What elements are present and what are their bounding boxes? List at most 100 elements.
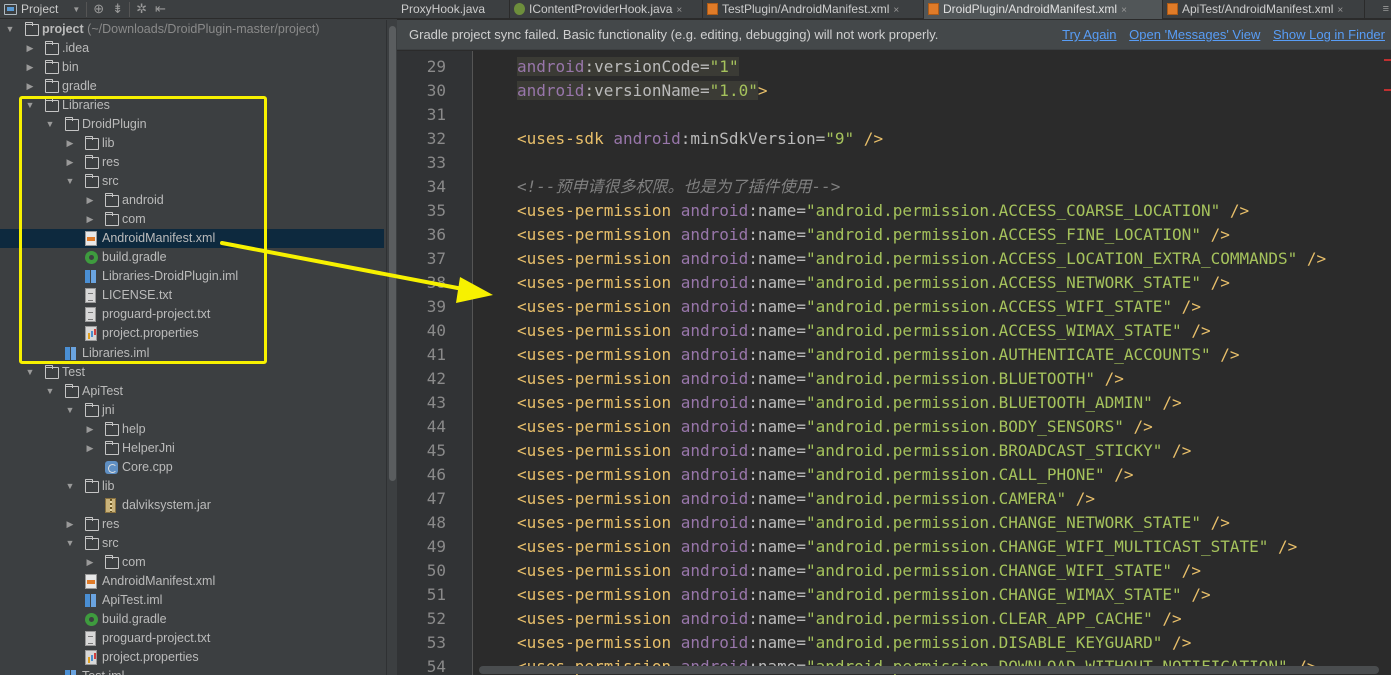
- tree-node[interactable]: AndroidManifest.xml: [0, 572, 384, 591]
- expanded-arrow-icon[interactable]: ▼: [65, 534, 75, 553]
- tree-node[interactable]: ▼ src: [0, 534, 384, 553]
- tree-node[interactable]: ▼ ApiTest: [0, 382, 384, 401]
- show-log-in-finder-link[interactable]: Show Log in Finder: [1273, 27, 1385, 42]
- tree-node[interactable]: ApiTest.iml: [0, 591, 384, 610]
- editor-horizontal-scrollbar[interactable]: [473, 665, 1382, 675]
- tree-node[interactable]: ▶ HelperJni: [0, 439, 384, 458]
- collapsed-arrow-icon[interactable]: ▶: [25, 77, 35, 96]
- tab-overflow-icon[interactable]: ≡: [1383, 0, 1389, 19]
- permission-value: "android.permission.ACCESS_WIMAX_STATE": [806, 321, 1182, 340]
- code-line[interactable]: <uses-permission android:name="android.p…: [517, 199, 1249, 223]
- editor-tab[interactable]: TestPlugin/AndroidManifest.xml ×: [703, 0, 924, 19]
- line-number: 29: [426, 57, 446, 76]
- code-line[interactable]: <uses-permission android:name="android.p…: [517, 319, 1211, 343]
- editor-tab[interactable]: ApiTest/AndroidManifest.xml ×: [1163, 0, 1365, 19]
- editor-scrollbar-thumb[interactable]: [479, 666, 1379, 674]
- code-editor[interactable]: 29 30 31 32 33 34 35 36 37 38 39 40 41 42 43 44 45 46 47 48…: [397, 51, 1391, 675]
- collapse-all-icon[interactable]: ⇟: [108, 1, 127, 17]
- tree-node[interactable]: Core.cpp: [0, 458, 384, 477]
- code-line[interactable]: <uses-permission android:name="android.p…: [517, 343, 1239, 367]
- line-number: 35: [426, 201, 446, 220]
- code-token: :name=: [748, 633, 806, 652]
- tree-node[interactable]: ▼ project (~/Downloads/DroidPlugin-master…: [0, 20, 384, 39]
- line-number: 52: [426, 609, 446, 628]
- code-line[interactable]: <uses-permission android:name="android.p…: [517, 631, 1191, 655]
- tree-node[interactable]: ▶ .idea: [0, 39, 384, 58]
- expanded-arrow-icon[interactable]: ▼: [65, 401, 75, 420]
- expanded-arrow-icon[interactable]: ▼: [25, 363, 35, 382]
- tree-scrollbar[interactable]: [386, 20, 397, 675]
- code-token: <uses-permission: [517, 585, 681, 604]
- tree-node-name: res: [102, 516, 120, 531]
- error-marker[interactable]: [1384, 59, 1391, 61]
- tree-node[interactable]: ▼ lib: [0, 477, 384, 496]
- code-line[interactable]: <!--预申请很多权限。也是为了插件使用-->: [517, 175, 840, 199]
- tree-node[interactable]: ▼ Test: [0, 363, 384, 382]
- code-line[interactable]: <uses-permission android:name="android.p…: [517, 487, 1095, 511]
- tree-node-name: com: [122, 554, 146, 569]
- collapsed-arrow-icon[interactable]: ▶: [65, 515, 75, 534]
- tree-node[interactable]: project.properties: [0, 648, 384, 667]
- code-line[interactable]: <uses-permission android:name="android.p…: [517, 439, 1191, 463]
- code-line[interactable]: <uses-permission android:name="android.p…: [517, 295, 1201, 319]
- tree-node[interactable]: proguard-project.txt: [0, 629, 384, 648]
- code-line[interactable]: <uses-permission android:name="android.p…: [517, 367, 1124, 391]
- code-line[interactable]: android:versionCode="1": [517, 55, 739, 79]
- tree-node[interactable]: build.gradle: [0, 610, 384, 629]
- code-line[interactable]: <uses-sdk android:minSdkVersion="9" />: [517, 127, 883, 151]
- expanded-arrow-icon[interactable]: ▼: [5, 20, 15, 39]
- error-marker[interactable]: [1384, 89, 1391, 91]
- code-line[interactable]: <uses-permission android:name="android.p…: [517, 511, 1230, 535]
- code-line[interactable]: <uses-permission android:name="android.p…: [517, 415, 1153, 439]
- folder-icon: [25, 22, 39, 36]
- permission-value: "android.permission.AUTHENTICATE_ACCOUNT…: [806, 345, 1211, 364]
- permission-value: "android.permission.CHANGE_WIFI_MULTICAS…: [806, 537, 1269, 556]
- project-view-selector[interactable]: Project ▼: [0, 0, 84, 19]
- close-tab-icon[interactable]: ×: [1337, 5, 1343, 16]
- try-again-link[interactable]: Try Again: [1062, 27, 1116, 42]
- permission-value: "android.permission.BROADCAST_STICKY": [806, 441, 1163, 460]
- open-messages-view-link[interactable]: Open 'Messages' View: [1129, 27, 1260, 42]
- collapsed-arrow-icon[interactable]: ▶: [85, 553, 95, 572]
- hide-panel-icon[interactable]: ⇤: [151, 1, 170, 17]
- tree-node[interactable]: ▶ bin: [0, 58, 384, 77]
- sync-icon[interactable]: ⊕: [89, 1, 108, 17]
- code-line[interactable]: <uses-permission android:name="android.p…: [517, 535, 1297, 559]
- code-line[interactable]: <uses-permission android:name="android.p…: [517, 607, 1182, 631]
- close-tab-icon[interactable]: ×: [1121, 5, 1127, 16]
- code-token: :name=: [748, 249, 806, 268]
- code-line[interactable]: <uses-permission android:name="android.p…: [517, 391, 1182, 415]
- tree-node[interactable]: dalviksystem.jar: [0, 496, 384, 515]
- collapsed-arrow-icon[interactable]: ▶: [25, 58, 35, 77]
- collapsed-arrow-icon[interactable]: ▶: [85, 420, 95, 439]
- expanded-arrow-icon[interactable]: ▼: [65, 477, 75, 496]
- code-line[interactable]: <uses-permission android:name="android.p…: [517, 271, 1230, 295]
- code-line[interactable]: android:versionName="1.0">: [517, 79, 767, 103]
- code-line[interactable]: <uses-permission android:name="android.p…: [517, 223, 1230, 247]
- tree-node[interactable]: ▶ gradle: [0, 77, 384, 96]
- editor-tab[interactable]: IContentProviderHook.java ×: [510, 0, 703, 19]
- close-tab-icon[interactable]: ×: [893, 5, 899, 16]
- tree-node[interactable]: ▶ help: [0, 420, 384, 439]
- tree-scrollbar-thumb[interactable]: [389, 26, 396, 481]
- collapsed-arrow-icon[interactable]: ▶: [25, 39, 35, 58]
- code-line[interactable]: <uses-permission android:name="android.p…: [517, 463, 1134, 487]
- code-token: />: [1172, 297, 1201, 316]
- code-line[interactable]: <uses-permission android:name="android.p…: [517, 583, 1211, 607]
- close-tab-icon[interactable]: ×: [676, 5, 682, 16]
- code-line[interactable]: <uses-permission android:name="android.p…: [517, 559, 1201, 583]
- tree-node[interactable]: ▼ jni: [0, 401, 384, 420]
- tree-node[interactable]: ▶ res: [0, 515, 384, 534]
- line-number: 43: [426, 393, 446, 412]
- tree-node[interactable]: ▶ com: [0, 553, 384, 572]
- expanded-arrow-icon[interactable]: ▼: [45, 382, 55, 401]
- collapsed-arrow-icon[interactable]: ▶: [85, 439, 95, 458]
- editor-tab[interactable]: ProxyHook.java: [397, 0, 510, 19]
- tree-node[interactable]: Test.iml: [0, 667, 384, 675]
- code-token: android: [680, 417, 749, 436]
- line-number: 30: [426, 81, 446, 100]
- tree-node-name: Core.cpp: [122, 459, 173, 474]
- gear-icon[interactable]: ✲: [132, 1, 151, 17]
- code-line[interactable]: <uses-permission android:name="android.p…: [517, 247, 1326, 271]
- editor-tab[interactable]: DroidPlugin/AndroidManifest.xml ×: [924, 0, 1163, 19]
